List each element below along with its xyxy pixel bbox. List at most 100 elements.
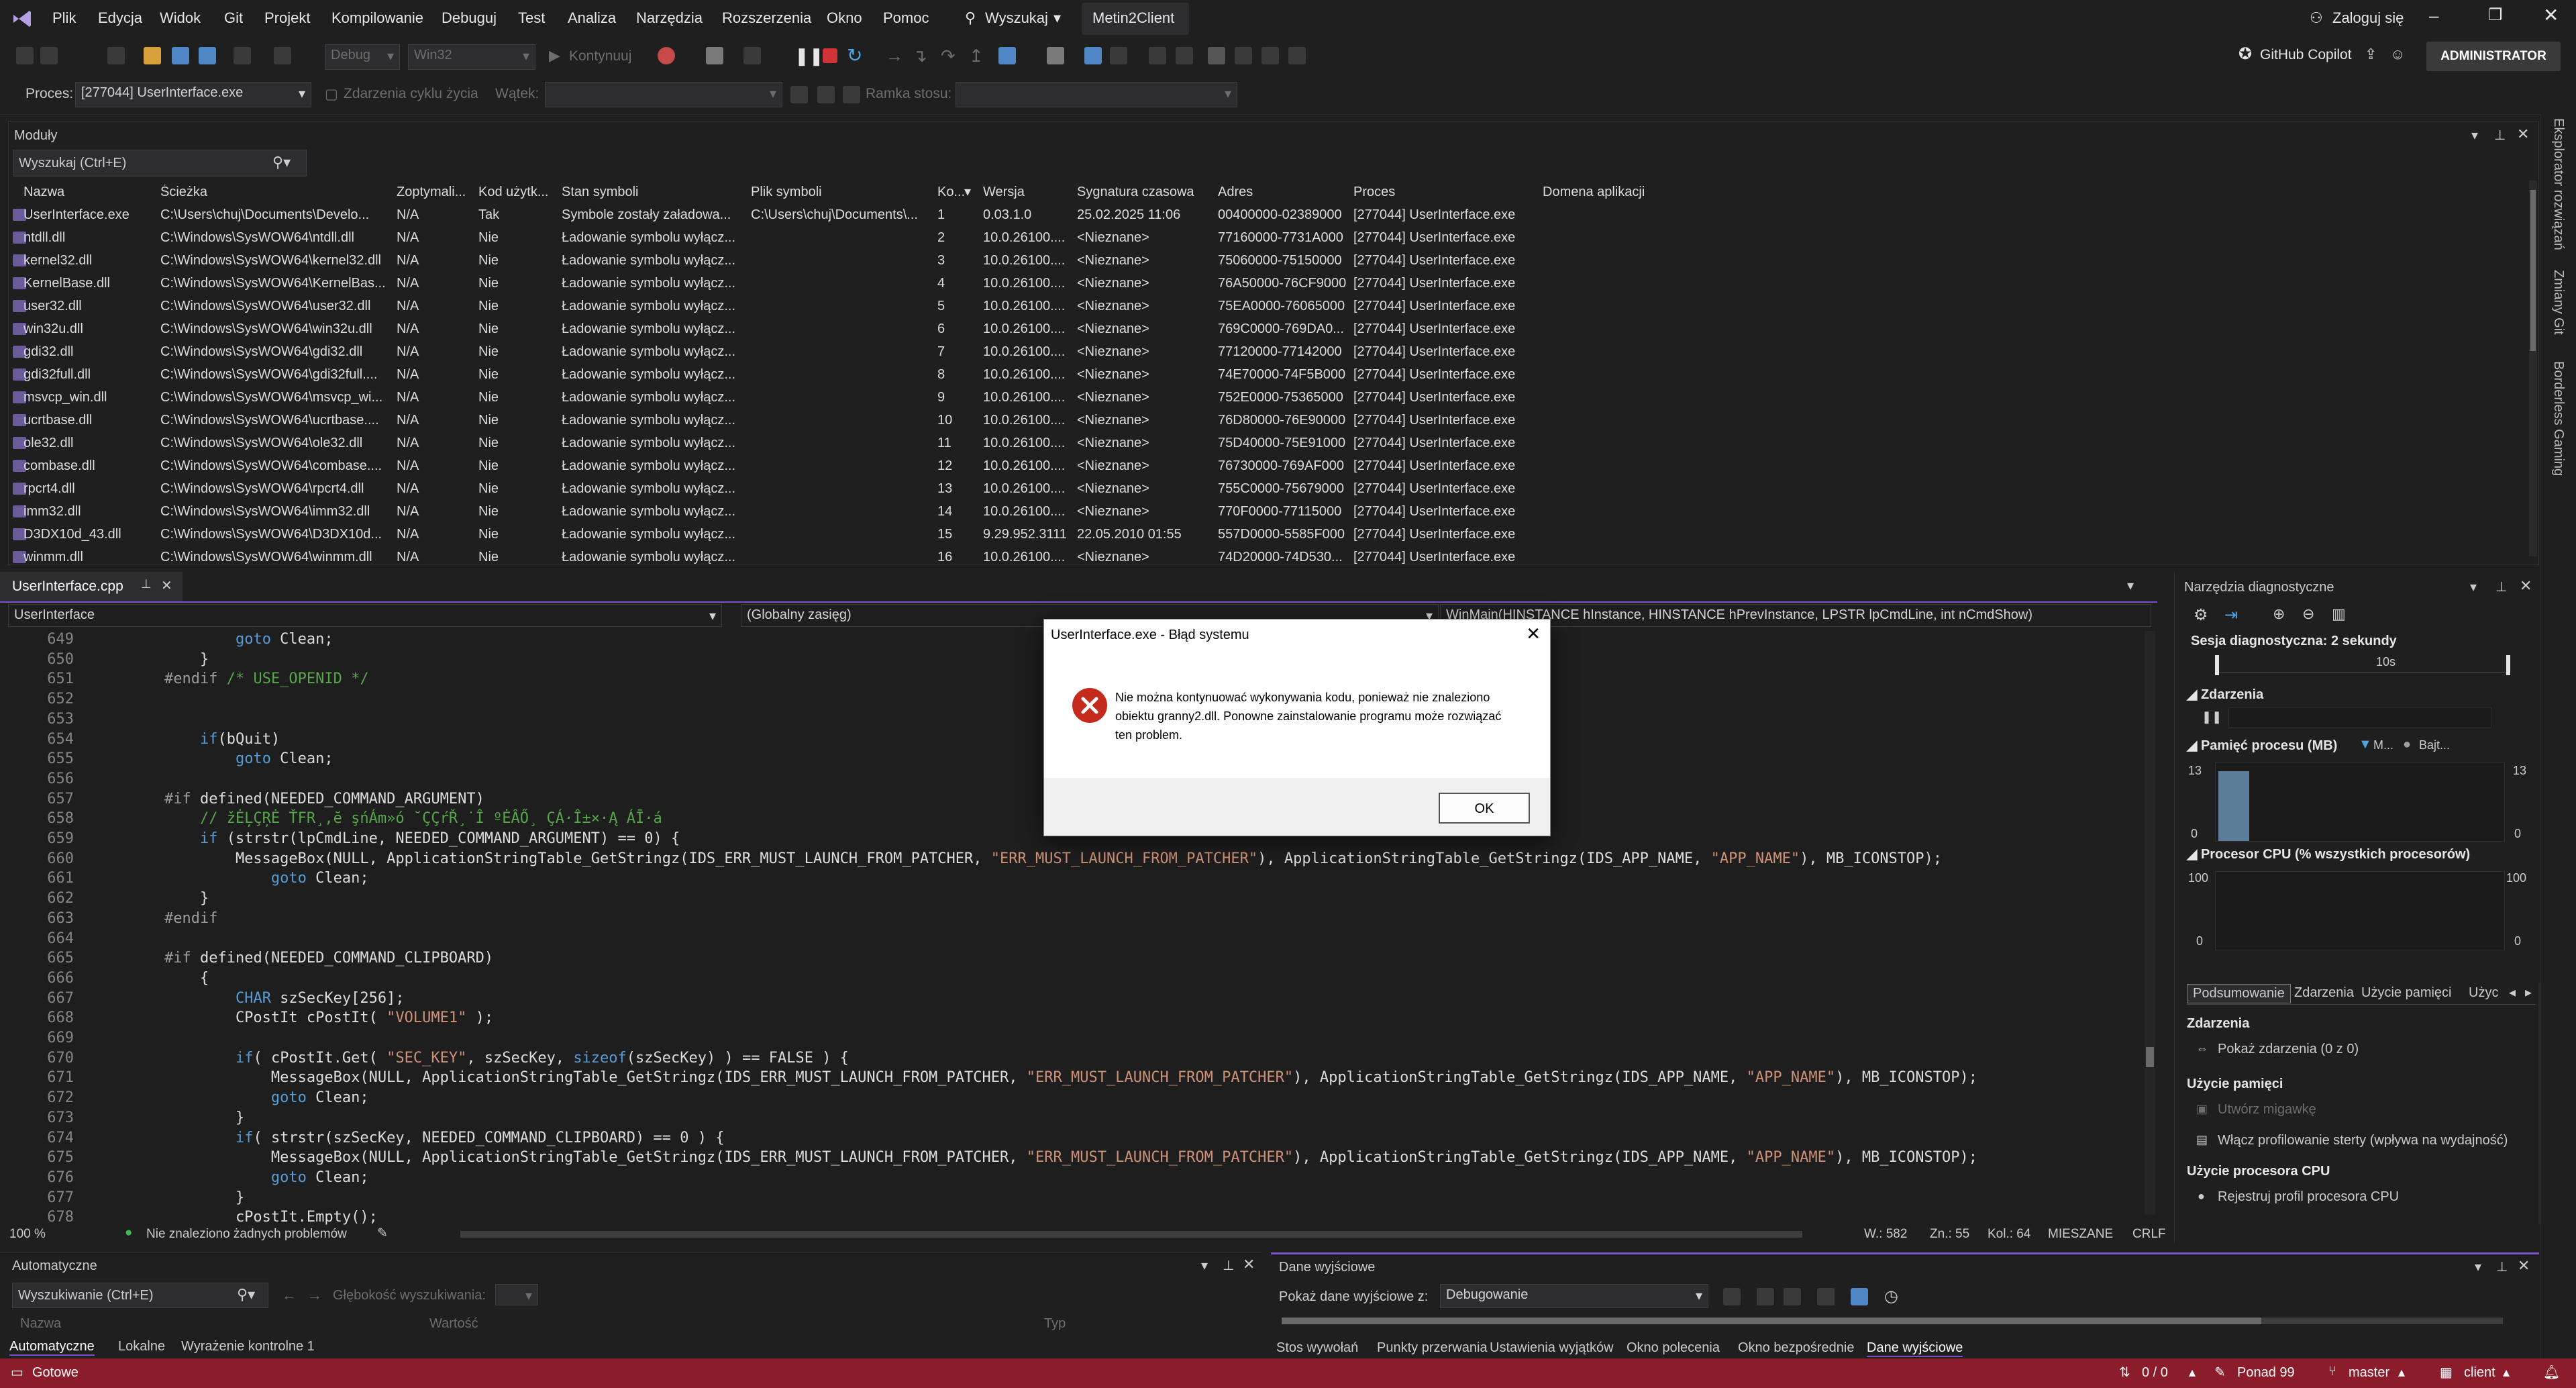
process-select[interactable]: [277044] UserInterface.exe ▾: [75, 82, 311, 107]
comment-icon[interactable]: [1110, 47, 1127, 64]
restart-icon[interactable]: ↻: [847, 44, 862, 66]
menu-item-analyze[interactable]: Analiza: [568, 9, 616, 27]
code-line[interactable]: 665 #if defined(NEEDED_COMMAND_CLIPBOARD…: [0, 950, 2147, 970]
reset-zoom-icon[interactable]: ▥: [2332, 605, 2346, 623]
table-row[interactable]: gdi32full.dll C:\Windows\SysWOW64\gdi32fu…: [9, 363, 1673, 386]
close-window-icon[interactable]: ✕: [2543, 4, 2559, 26]
tab-scroll-right-icon[interactable]: ▸: [2525, 984, 2532, 1001]
code-line[interactable]: 664: [0, 930, 2147, 950]
status-lines[interactable]: 0 / 0: [2142, 1365, 2168, 1381]
code-line[interactable]: 672 goto Clean;: [0, 1089, 2147, 1109]
diagnostics-icon[interactable]: [706, 47, 723, 64]
column-header[interactable]: Domena aplikacji: [1543, 185, 1677, 200]
column-header[interactable]: Zoptymali...: [397, 185, 476, 200]
forward-icon[interactable]: →: [307, 1287, 322, 1304]
platform-select[interactable]: Win32 ▾: [408, 44, 535, 70]
code-line[interactable]: 661 goto Clean;: [0, 870, 2147, 890]
table-row[interactable]: ntdll.dll C:\Windows\SysWOW64\ntdll.dll N/…: [9, 226, 1673, 249]
search-icon[interactable]: ⚲▾: [272, 154, 291, 171]
close-panel-icon[interactable]: ✕: [2520, 577, 2532, 595]
column-header[interactable]: Nazwa: [23, 185, 158, 200]
menu-item-test[interactable]: Test: [518, 9, 545, 27]
table-row[interactable]: win32u.dll C:\Windows\SysWOW64\win32u.dll…: [9, 317, 1673, 340]
tab-exception-settings[interactable]: Ustawienia wyjątków: [1490, 1340, 1614, 1356]
table-row[interactable]: UserInterface.exe C:\Users\chuj\Documents…: [9, 203, 1673, 226]
repo-name[interactable]: client: [2464, 1365, 2495, 1381]
timeline-ruler[interactable]: 10s: [2215, 655, 2510, 675]
output-scrollbar[interactable]: [1282, 1318, 2503, 1324]
project-dropdown[interactable]: UserInterface ▾: [8, 604, 722, 627]
record-cpu-profile-link[interactable]: Rejestruj profil procesora CPU: [2218, 1189, 2399, 1205]
table-row[interactable]: kernel32.dll C:\Windows\SysWOW64\kernel32…: [9, 249, 1673, 272]
layout-icon[interactable]: [743, 47, 761, 64]
tab-output[interactable]: Dane wyjściowe: [1867, 1340, 1963, 1357]
table-row[interactable]: gdi32.dll C:\Windows\SysWOW64\gdi32.dll N/…: [9, 340, 1673, 363]
column-header[interactable]: Wersja: [983, 185, 1074, 200]
menu-item-edit[interactable]: Edycja: [98, 9, 142, 27]
pending-changes[interactable]: Ponad 99: [2237, 1365, 2295, 1381]
pause-icon[interactable]: ❚❚: [2202, 710, 2222, 724]
close-panel-icon[interactable]: ✕: [2518, 1257, 2530, 1275]
table-row[interactable]: winmm.dll C:\Windows\SysWOW64\winmm.dll N/…: [9, 546, 1673, 568]
table-row[interactable]: KernelBase.dll C:\Windows\SysWOW64\Kernel…: [9, 272, 1673, 295]
code-line[interactable]: 662 }: [0, 890, 2147, 910]
search-icon[interactable]: ⚲▾: [237, 1286, 255, 1303]
menu-item-git[interactable]: Git: [224, 9, 243, 27]
panel-menu-icon[interactable]: ▾: [2470, 579, 2477, 595]
chevron-up-icon[interactable]: ▴: [2398, 1364, 2405, 1381]
rail-solution-explorer[interactable]: Eksplorator rozwiązań: [2551, 118, 2566, 250]
scrollbar-thumb[interactable]: [1282, 1318, 2261, 1324]
tab-watch-1[interactable]: Wyrażenie kontrolne 1: [181, 1339, 315, 1354]
step-out-icon[interactable]: ↥: [969, 46, 984, 66]
menu-item-view[interactable]: Widok: [160, 9, 201, 27]
table-row[interactable]: msvcp_win.dll C:\Windows\SysWOW64\msvcp_w…: [9, 386, 1673, 409]
next-message-icon[interactable]: [1784, 1288, 1801, 1305]
pin-icon[interactable]: ⊥: [2494, 127, 2506, 144]
save-icon[interactable]: [172, 47, 189, 64]
pause-icon[interactable]: ❚❚: [794, 46, 824, 66]
code-line[interactable]: 675 MessageBox(NULL, ApplicationStringTa…: [0, 1149, 2147, 1169]
outdent-icon[interactable]: [1176, 47, 1193, 64]
settings-icon[interactable]: ⚙: [2194, 605, 2208, 625]
threads-icon[interactable]: [998, 47, 1016, 64]
column-header[interactable]: Stan symboli: [562, 185, 748, 200]
code-line[interactable]: 671 MessageBox(NULL, ApplicationStringTa…: [0, 1069, 2147, 1089]
table-row[interactable]: user32.dll C:\Windows\SysWOW64\user32.dll…: [9, 295, 1673, 317]
autos-search-input[interactable]: Wyszukiwanie (Ctrl+E) ⚲▾: [12, 1283, 268, 1308]
problems-status[interactable]: Nie znaleziono żadnych problemów: [146, 1227, 347, 1242]
menu-item-build[interactable]: Kompilowanie: [331, 9, 423, 27]
close-panel-icon[interactable]: ✕: [1243, 1256, 1255, 1273]
tab-autos[interactable]: Automatyczne: [9, 1339, 95, 1356]
indent-mode[interactable]: MIESZANE: [2048, 1227, 2113, 1242]
find-icon[interactable]: [1084, 47, 1102, 64]
brush-icon[interactable]: ✎: [377, 1226, 388, 1241]
timeline-end-handle[interactable]: [2506, 655, 2510, 675]
tab-breakpoints[interactable]: Punkty przerwania: [1377, 1340, 1488, 1356]
feedback-icon[interactable]: ☺: [2390, 46, 2405, 63]
save-all-icon[interactable]: [199, 47, 216, 64]
next-bookmark-icon[interactable]: [1261, 47, 1279, 64]
tab-memory-usage[interactable]: Użycie pamięci: [2361, 985, 2451, 1001]
code-line[interactable]: 663 #endif: [0, 910, 2147, 930]
code-line[interactable]: 669: [0, 1030, 2147, 1050]
column-header[interactable]: Plik symboli: [751, 185, 936, 200]
zoom-in-icon[interactable]: ⊕: [2273, 605, 2285, 623]
export-icon[interactable]: ⇥: [2224, 605, 2238, 625]
tab-command-window[interactable]: Okno polecenia: [1627, 1340, 1720, 1356]
group-icon[interactable]: [843, 86, 860, 103]
table-row[interactable]: rpcrt4.dll C:\Windows\SysWOW64\rpcrt4.dll…: [9, 477, 1673, 500]
output-source-select[interactable]: Debugowanie ▾: [1440, 1284, 1708, 1308]
ok-button[interactable]: OK: [1439, 793, 1530, 824]
table-row[interactable]: ole32.dll C:\Windows\SysWOW64\ole32.dll N/…: [9, 432, 1673, 454]
prev-message-icon[interactable]: [1757, 1288, 1774, 1305]
column-header[interactable]: Ścieżka: [160, 185, 394, 200]
notifications-icon[interactable]: 🔔︎: [2543, 1364, 2560, 1381]
config-select[interactable]: Debug ▾: [325, 44, 400, 70]
bookmark-icon[interactable]: [1208, 47, 1225, 64]
timeline-start-handle[interactable]: [2215, 655, 2219, 675]
tab-summary[interactable]: Podsumowanie: [2187, 984, 2291, 1003]
minimize-icon[interactable]: –: [2429, 5, 2438, 26]
menu-item-extensions[interactable]: Rozszerzenia: [722, 9, 811, 27]
menu-item-project[interactable]: Projekt: [264, 9, 310, 27]
search-menu[interactable]: Wyszukaj: [985, 9, 1048, 27]
